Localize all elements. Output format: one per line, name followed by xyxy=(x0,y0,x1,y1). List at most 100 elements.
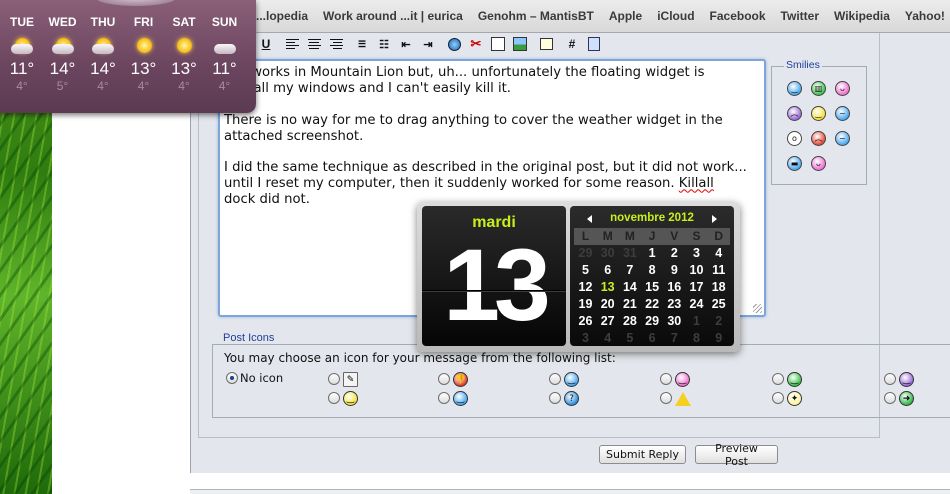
post-icon-radio[interactable] xyxy=(772,392,784,404)
calendar-day[interactable]: 5 xyxy=(574,262,597,279)
angry-icon[interactable]: ︵ xyxy=(811,131,826,146)
calendar-day[interactable]: 14 xyxy=(618,279,641,296)
calendar-widget[interactable]: mardi 13 novembre 2012 L M M J V S D 29 30 31 1 2 3 4… xyxy=(417,202,740,352)
calendar-day[interactable]: 19 xyxy=(574,296,597,313)
calendar-day[interactable]: 30 xyxy=(663,313,686,330)
shocked-icon[interactable]: o xyxy=(787,131,802,146)
insert-email-button[interactable] xyxy=(487,34,509,54)
unordered-list-button[interactable]: ☷ xyxy=(373,34,395,54)
calendar-day[interactable]: 6 xyxy=(596,262,619,279)
grin-icon[interactable]: ▥ xyxy=(811,81,826,96)
calendar-day[interactable]: 3 xyxy=(574,330,597,347)
submit-reply-button[interactable]: Submit Reply xyxy=(599,445,686,464)
calendar-day[interactable]: 29 xyxy=(574,245,597,262)
post-icons-legend: Post Icons xyxy=(221,332,277,344)
tongue-icon[interactable]: ᴗ xyxy=(835,81,850,96)
kiss-icon[interactable]: ᴗ xyxy=(811,156,826,171)
forecast-high: 14° xyxy=(90,59,116,78)
post-icon-radio[interactable] xyxy=(438,373,450,385)
cool-icon[interactable]: ▬ xyxy=(787,156,802,171)
wink-icon[interactable]: ‿ xyxy=(811,106,826,121)
insert-link-button[interactable] xyxy=(443,34,465,54)
insert-image-button[interactable] xyxy=(509,34,531,54)
bookmark-4[interactable]: iCloud xyxy=(657,9,694,23)
bookmark-5[interactable]: Facebook xyxy=(710,9,766,23)
calendar-day[interactable]: 2 xyxy=(663,245,686,262)
dizzy-icon[interactable]: ~ xyxy=(835,131,850,146)
post-icon-radio[interactable] xyxy=(328,373,340,385)
calendar-day[interactable]: 9 xyxy=(707,330,730,347)
calendar-day[interactable]: 1 xyxy=(641,245,664,262)
post-icon-radio[interactable] xyxy=(772,373,784,385)
calendar-day[interactable]: 15 xyxy=(641,279,664,296)
message-line xyxy=(224,145,760,161)
calendar-day[interactable]: 22 xyxy=(641,296,664,313)
resize-handle[interactable] xyxy=(753,304,762,313)
outdent-button[interactable]: ⇤ xyxy=(395,34,417,54)
calendar-day[interactable]: 23 xyxy=(663,296,686,313)
calendar-day[interactable]: 10 xyxy=(685,262,708,279)
post-icon-radio[interactable] xyxy=(660,392,672,404)
no-icon-radio[interactable] xyxy=(226,372,238,384)
calendar-day[interactable]: 29 xyxy=(641,313,664,330)
weather-widget[interactable]: TUE 11° 4° WED 14° 5° THU 14° 4° FRI 13° 4° SAT 13° 4°… xyxy=(0,0,256,113)
calendar-day[interactable]: 27 xyxy=(596,313,619,330)
bookmark-7[interactable]: Wikipedia xyxy=(834,9,890,23)
apple-icon[interactable] xyxy=(835,156,850,171)
calendar-day[interactable]: 8 xyxy=(685,330,708,347)
underline-button[interactable]: U xyxy=(255,34,277,54)
calendar-day[interactable]: 1 xyxy=(685,313,708,330)
calendar-day[interactable]: 5 xyxy=(618,330,641,347)
align-left-button[interactable] xyxy=(281,34,303,54)
calendar-day[interactable]: 24 xyxy=(685,296,708,313)
calendar-day[interactable]: 12 xyxy=(574,279,597,296)
remove-link-button[interactable]: ✂ xyxy=(465,34,487,54)
calendar-day[interactable]: 4 xyxy=(596,330,619,347)
calendar-day[interactable]: 7 xyxy=(663,330,686,347)
preview-post-button[interactable]: Preview Post xyxy=(695,442,778,468)
calendar-day[interactable]: 17 xyxy=(685,279,708,296)
post-icon-radio[interactable] xyxy=(884,392,896,404)
calendar-day[interactable]: 4 xyxy=(707,245,730,262)
calendar-day[interactable]: 6 xyxy=(641,330,664,347)
calendar-day[interactable]: 8 xyxy=(641,262,664,279)
calendar-day[interactable]: 18 xyxy=(707,279,730,296)
calendar-day[interactable]: 28 xyxy=(618,313,641,330)
quote-button[interactable] xyxy=(535,34,557,54)
calendar-day[interactable]: 26 xyxy=(574,313,597,330)
calendar-day[interactable]: 11 xyxy=(707,262,730,279)
indent-button[interactable]: ⇥ xyxy=(417,34,439,54)
bookmark-6[interactable]: Twitter xyxy=(781,9,819,23)
calendar-day[interactable]: 16 xyxy=(663,279,686,296)
calendar-day[interactable]: 2 xyxy=(707,313,730,330)
next-month-icon[interactable] xyxy=(712,215,717,223)
bookmark-8[interactable]: Yahoo! xyxy=(905,9,945,23)
calendar-day[interactable]: 25 xyxy=(707,296,730,313)
calendar-day[interactable]: 20 xyxy=(596,296,619,313)
post-icon-radio[interactable] xyxy=(438,392,450,404)
align-center-button[interactable] xyxy=(303,34,325,54)
post-icon-radio[interactable] xyxy=(549,392,561,404)
post-icon-radio[interactable] xyxy=(328,392,340,404)
php-button[interactable] xyxy=(583,34,605,54)
calendar-day[interactable]: 7 xyxy=(618,262,641,279)
post-icon-radio[interactable] xyxy=(549,373,561,385)
calendar-day[interactable]: 13 xyxy=(596,279,619,296)
bookmark-1[interactable]: Work around ...it | eurica xyxy=(323,9,463,23)
bookmark-3[interactable]: Apple xyxy=(609,9,642,23)
calendar-day[interactable]: 21 xyxy=(618,296,641,313)
calendar-day[interactable]: 31 xyxy=(618,245,641,262)
align-right-button[interactable] xyxy=(325,34,347,54)
bookmark-2[interactable]: Genohm – MantisBT xyxy=(478,9,594,23)
confused-icon[interactable]: ~ xyxy=(835,106,850,121)
post-icon-radio[interactable] xyxy=(884,373,896,385)
calendar-day[interactable]: 9 xyxy=(663,262,686,279)
code-button[interactable]: # xyxy=(561,34,583,54)
ordered-list-button[interactable]: ☰ xyxy=(351,34,373,54)
calendar-day[interactable]: 3 xyxy=(685,245,708,262)
post-icon-radio[interactable] xyxy=(660,373,672,385)
calendar-day[interactable]: 30 xyxy=(596,245,619,262)
sad-icon[interactable]: ︵ xyxy=(787,106,802,121)
bookmark-0[interactable]: ...lopedia xyxy=(256,9,308,23)
smile-icon[interactable]: ‿ xyxy=(787,81,802,96)
